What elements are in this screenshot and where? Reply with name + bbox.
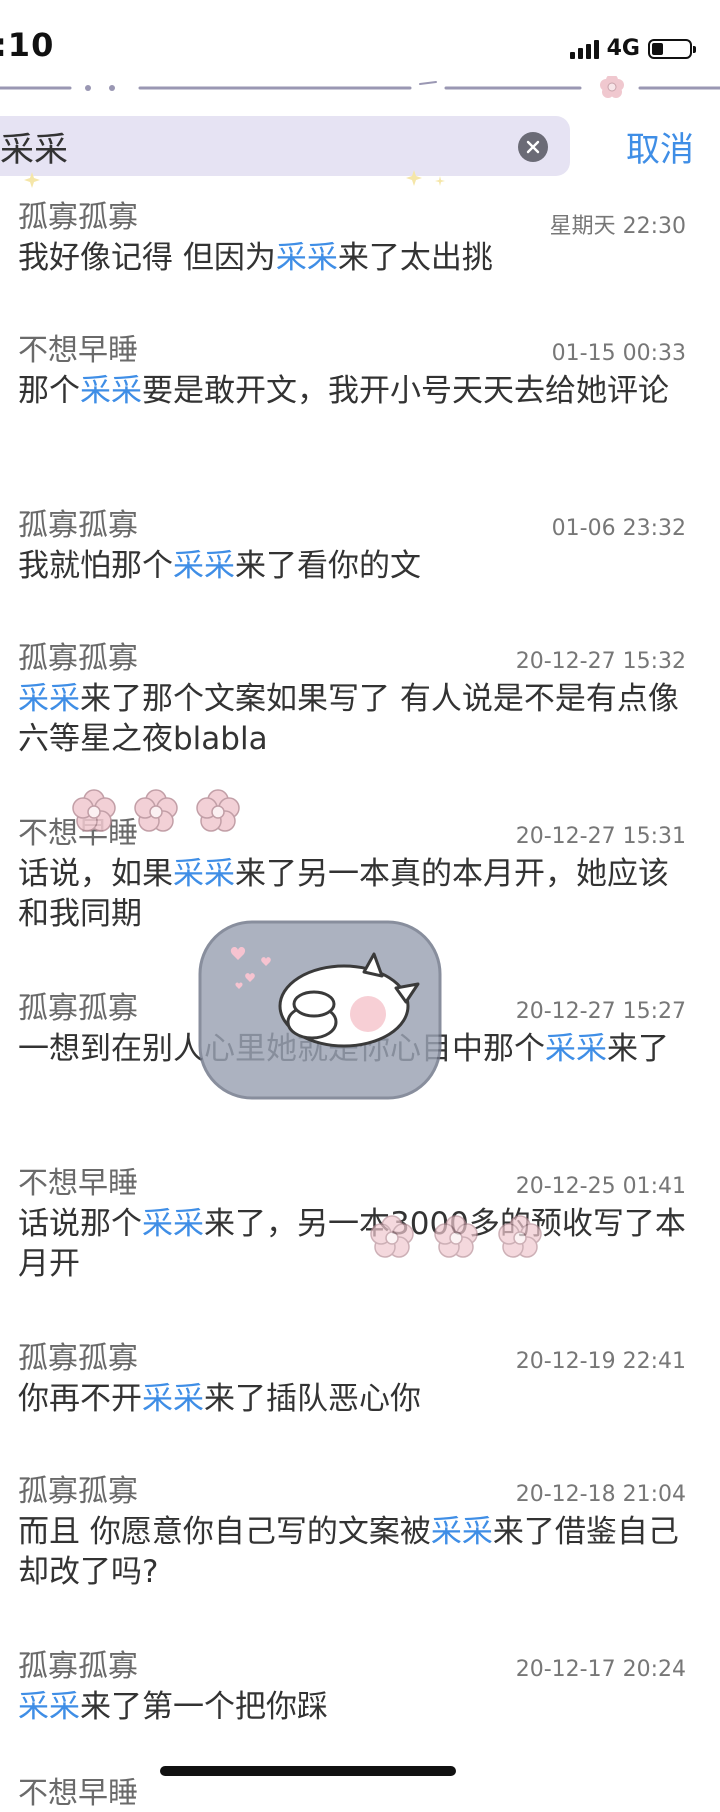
highlighted-term: 采采 (142, 1381, 204, 1417)
message-segment: 一想到在别人心里她就是你心目中那个 (18, 1031, 545, 1067)
message-segment: 来了 (607, 1031, 669, 1067)
network-type: 4G (606, 36, 640, 61)
status-time: :10 (0, 26, 55, 64)
message-time: 20-12-27 15:32 (515, 649, 686, 674)
message-time: 20-12-27 15:27 (515, 999, 686, 1024)
message-segment: 你再不开 (18, 1381, 142, 1417)
status-bar: :10 4G (0, 0, 720, 88)
message-segment: 那个 (18, 373, 80, 409)
sender-name: 不想早睡 (18, 1166, 138, 1201)
sender-name: 孤寡孤寡 (18, 508, 138, 543)
clear-search-button[interactable] (518, 132, 548, 162)
message-segment: 我就怕那个 (18, 548, 173, 584)
message-time: 20-12-25 01:41 (515, 1174, 686, 1199)
message-time: 01-15 00:33 (551, 341, 686, 366)
highlighted-term: 采采 (173, 856, 235, 892)
message-segment: 话说那个 (18, 1206, 142, 1242)
sender-name: 不想早睡 (18, 816, 138, 851)
message-text: 采采来了那个文案如果写了 有人说是不是有点像六等星之夜blabla (18, 679, 694, 759)
message-segment: 来了插队恶心你 (204, 1381, 421, 1417)
message-time: 20-12-18 21:04 (515, 1482, 686, 1507)
message-text: 我就怕那个采采来了看你的文 (18, 546, 694, 586)
sender-name: 孤寡孤寡 (18, 991, 138, 1026)
sender-name: 孤寡孤寡 (18, 200, 138, 235)
message-text: 你再不开采采来了插队恶心你 (18, 1379, 694, 1419)
sender-name: 孤寡孤寡 (18, 1474, 138, 1509)
message-segment: 我好像记得 但因为 (18, 240, 276, 276)
search-input[interactable] (0, 124, 510, 168)
message-segment: 来了那个文案如果写了 有人说是不是有点像六等星之夜blabla (18, 681, 679, 757)
decorative-stars-right (406, 170, 445, 186)
highlighted-term: 采采 (430, 1514, 493, 1550)
highlighted-term: 采采 (18, 681, 80, 717)
message-time: 01-06 23:32 (551, 516, 686, 541)
message-segment: 要是敢开文，我开小号天天去给她评论 (142, 373, 669, 409)
message-time: 20-12-19 22:41 (515, 1349, 686, 1374)
highlighted-term: 采采 (275, 240, 338, 276)
sender-name: 不想早睡 (18, 333, 138, 368)
message-segment: 话说，如果 (18, 856, 173, 892)
message-segment: 来了太出挑 (337, 240, 493, 276)
partial-result-name[interactable]: 不想早睡 (18, 1768, 138, 1812)
decorative-doodle-line (0, 76, 720, 98)
search-bar: 取消 (0, 108, 720, 182)
signal-icon (569, 39, 599, 59)
sender-name: 孤寡孤寡 (18, 1341, 138, 1376)
cat-sticker (198, 920, 442, 1100)
message-segment: 而且 你愿意你自己写的文案被 (18, 1514, 431, 1550)
highlighted-term: 采采 (173, 548, 235, 584)
message-segment: 来了第一个把你踩 (80, 1689, 328, 1725)
decorative-stars (24, 172, 40, 188)
highlighted-term: 采采 (142, 1206, 204, 1242)
message-text: 而且 你愿意你自己写的文案被采采来了借鉴自己却改了吗? (18, 1512, 694, 1592)
battery-level (652, 42, 663, 55)
cancel-button[interactable]: 取消 (626, 122, 694, 171)
search-box (0, 116, 570, 176)
message-text: 一想到在别人心里她就是你心目中那个采采来了 (18, 1029, 694, 1069)
status-icons: 4G (569, 36, 696, 61)
message-time: 20-12-27 15:31 (515, 824, 686, 849)
message-text: 我好像记得 但因为采采来了太出挑 (18, 238, 694, 278)
message-text: 话说那个采采来了，另一本3000多的预收写了本月开 (18, 1204, 694, 1284)
battery-icon (648, 38, 696, 59)
message-time: 星期天 22:30 (549, 214, 686, 239)
message-text: 采采来了第一个把你踩 (18, 1687, 694, 1727)
close-icon (526, 140, 540, 154)
highlighted-term: 采采 (80, 373, 142, 409)
home-indicator[interactable] (160, 1766, 456, 1776)
message-segment: 来了看你的文 (235, 548, 421, 584)
message-text: 话说，如果采采来了另一本真的本月开，她应该和我同期 (18, 854, 694, 934)
sender-name: 孤寡孤寡 (18, 641, 138, 676)
sender-name: 孤寡孤寡 (18, 1649, 138, 1684)
highlighted-term: 采采 (545, 1031, 607, 1067)
highlighted-term: 采采 (18, 1689, 80, 1725)
message-text: 那个采采要是敢开文，我开小号天天去给她评论 (18, 371, 694, 411)
message-time: 20-12-17 20:24 (515, 1657, 686, 1682)
